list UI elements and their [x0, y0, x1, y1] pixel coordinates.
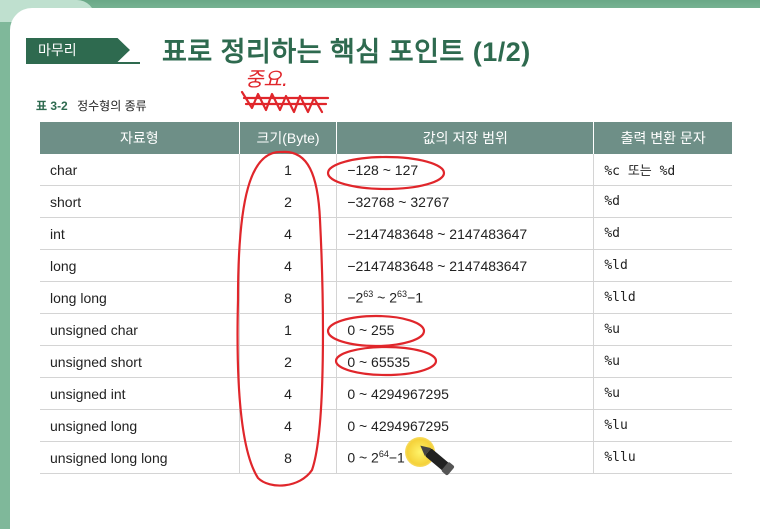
cell-format: %ld — [593, 249, 732, 282]
cell-size: 8 — [238, 441, 338, 474]
cell-range: 0 ~ 264−1 — [336, 441, 595, 474]
cell-range: 0 ~ 4294967295 — [336, 377, 595, 410]
integer-types-table: 자료형 크기(Byte) 값의 저장 범위 출력 변환 문자 char 1 −1… — [40, 122, 732, 474]
table-row: unsigned short 2 0 ~ 65535 %u — [40, 345, 732, 378]
cell-format: %u — [593, 313, 732, 346]
cell-format: %d — [593, 217, 732, 250]
range-mid: ~ 2 — [373, 289, 398, 306]
cell-type: unsigned long — [40, 409, 240, 442]
table-row: long 4 −2147483648 ~ 2147483647 %ld — [40, 249, 732, 282]
cell-type: char — [40, 154, 240, 186]
header-format: 출력 변환 문자 — [593, 122, 732, 154]
cell-size: 4 — [238, 377, 338, 410]
cell-range: −2147483648 ~ 2147483647 — [336, 249, 595, 282]
cell-range: 0 ~ 65535 — [336, 345, 595, 378]
cell-type: unsigned int — [40, 377, 240, 410]
cell-range: 0 ~ 4294967295 — [336, 409, 595, 442]
cell-size: 4 — [238, 409, 338, 442]
cell-type: unsigned long long — [40, 441, 240, 474]
cell-size: 2 — [238, 185, 338, 218]
cell-range: −263 ~ 263−1 — [336, 281, 595, 314]
cell-type: unsigned char — [40, 313, 240, 346]
cell-range: −2147483648 ~ 2147483647 — [336, 217, 595, 250]
range-base: −2 — [347, 289, 364, 306]
header-type: 자료형 — [40, 122, 240, 154]
caption-number: 3-2 — [50, 99, 68, 113]
cell-type: long long — [40, 281, 240, 314]
cell-format: %llu — [593, 441, 732, 474]
table-row: int 4 −2147483648 ~ 2147483647 %d — [40, 217, 732, 250]
cell-format: %u — [593, 345, 732, 378]
cell-size: 2 — [238, 345, 338, 378]
table-row: unsigned long 4 0 ~ 4294967295 %lu — [40, 409, 732, 442]
range-exponent: 63 — [363, 289, 374, 300]
section-badge: 마무리 — [26, 38, 130, 62]
cell-size: 1 — [238, 154, 338, 186]
cell-format: %lu — [593, 409, 732, 442]
range-exponent: 63 — [397, 289, 408, 300]
header-size: 크기(Byte) — [239, 122, 338, 154]
cell-format: %u — [593, 377, 732, 410]
table-caption: 표 3-2 정수형의 종류 — [36, 97, 147, 114]
cell-format: %lld — [593, 281, 732, 314]
header-range: 값의 저장 범위 — [336, 122, 595, 154]
slide-title: 표로 정리하는 핵심 포인트 (1/2) — [162, 37, 531, 67]
cell-size: 4 — [238, 217, 338, 250]
cell-format: %c 또는 %d — [593, 154, 732, 186]
range-tail: −1 — [388, 449, 405, 466]
cell-range: 0 ~ 255 — [336, 313, 595, 346]
cell-range: −32768 ~ 32767 — [336, 185, 595, 218]
cell-type: unsigned short — [40, 345, 240, 378]
table-row: unsigned long long 8 0 ~ 264−1 %llu — [40, 441, 732, 474]
cell-type: int — [40, 217, 240, 250]
table-header-row: 자료형 크기(Byte) 값의 저장 범위 출력 변환 문자 — [40, 122, 732, 154]
table-row: long long 8 −263 ~ 263−1 %lld — [40, 281, 732, 314]
cell-format: %d — [593, 185, 732, 218]
badge-underline — [26, 62, 140, 64]
range-base: 0 ~ 2 — [347, 449, 379, 466]
cell-size: 1 — [238, 313, 338, 346]
caption-tag: 표 — [36, 99, 48, 113]
cell-type: short — [40, 185, 240, 218]
table-row: unsigned int 4 0 ~ 4294967295 %u — [40, 377, 732, 410]
cell-size: 8 — [238, 281, 338, 314]
table-row: short 2 −32768 ~ 32767 %d — [40, 185, 732, 218]
caption-text: 정수형의 종류 — [77, 99, 147, 113]
cell-type: long — [40, 249, 240, 282]
laser-pointer-highlight — [405, 437, 435, 467]
cell-size: 4 — [238, 249, 338, 282]
table-row: char 1 −128 ~ 127 %c 또는 %d — [40, 154, 732, 186]
table-row: unsigned char 1 0 ~ 255 %u — [40, 313, 732, 346]
range-tail: −1 — [407, 289, 424, 306]
range-exponent: 64 — [378, 449, 389, 460]
cell-range: −128 ~ 127 — [336, 154, 595, 186]
